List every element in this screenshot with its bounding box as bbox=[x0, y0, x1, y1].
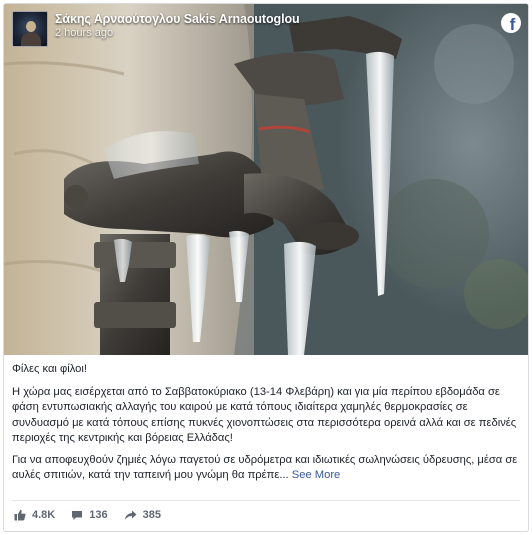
share-icon bbox=[124, 510, 137, 520]
shares-stat[interactable]: 385 bbox=[124, 509, 161, 521]
frozen-faucet-image bbox=[4, 4, 528, 355]
post-timestamp[interactable]: 2 hours ago bbox=[55, 27, 300, 39]
avatar-head-shape bbox=[26, 21, 36, 32]
post-paragraph-2-text: Για να αποφευχθούν ζημιές λόγω παγετού σ… bbox=[12, 453, 518, 482]
post-photo-frozen-faucet[interactable]: Σάκης Αρναούτογλου Sakis Arnaoutoglou 2 … bbox=[4, 4, 528, 355]
post-paragraph-2: Για να αποφευχθούν ζημιές λόγω παγετού σ… bbox=[12, 453, 524, 484]
facebook-f-glyph: f bbox=[509, 15, 516, 33]
likes-count: 4.8K bbox=[32, 509, 56, 521]
facebook-post-card: Σάκης Αρναούτογλου Sakis Arnaoutoglou 2 … bbox=[3, 3, 529, 532]
facebook-icon[interactable]: f bbox=[501, 13, 521, 33]
post-paragraph-1: Η χώρα μας εισέρχεται από το Σαββατοκύρι… bbox=[12, 385, 517, 445]
author-avatar[interactable] bbox=[12, 11, 48, 47]
comments-stat[interactable]: 136 bbox=[71, 509, 108, 521]
post-text: Φίλες και φίλοι! Η χώρα μας εισέρχεται α… bbox=[12, 362, 524, 484]
shares-count: 385 bbox=[142, 509, 161, 521]
comment-icon bbox=[72, 510, 83, 520]
stats-divider bbox=[12, 500, 520, 501]
post-header: Σάκης Αρναούτογλου Sakis Arnaoutoglou 2 … bbox=[12, 11, 300, 49]
engagement-stats: 4.8K 136 385 bbox=[14, 509, 161, 521]
thumbs-up-icon bbox=[14, 509, 26, 521]
likes-stat[interactable]: 4.8K bbox=[14, 509, 55, 521]
see-more-link[interactable]: See More bbox=[292, 469, 341, 481]
comments-count: 136 bbox=[89, 509, 108, 521]
avatar-body-shape bbox=[21, 32, 41, 46]
author-block: Σάκης Αρναούτογλου Sakis Arnaoutoglou 2 … bbox=[55, 12, 300, 39]
author-name[interactable]: Σάκης Αρναούτογλου Sakis Arnaoutoglou bbox=[55, 12, 300, 26]
post-greeting: Φίλες και φίλοι! bbox=[12, 363, 87, 375]
